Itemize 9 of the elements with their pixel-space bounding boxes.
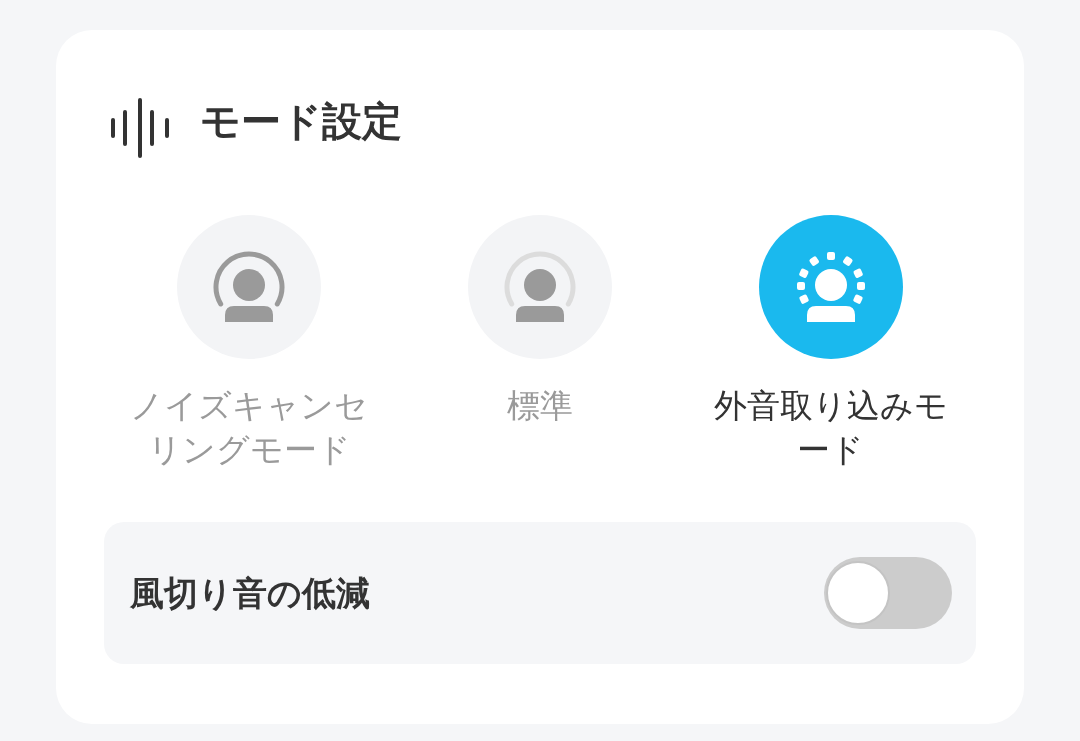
person-ring-icon [177,215,322,359]
sound-wave-icon [111,98,169,158]
mode-button[interactable]: 標準 [410,215,670,428]
section-title: モード設定 [200,97,402,146]
person-faint-ring-icon [468,215,612,359]
setting-label: 風切り音の低減 [130,572,370,615]
person-dotted-ring-icon [758,215,903,359]
mode-button[interactable]: 外音取り込みモード [700,215,961,472]
mode-button[interactable]: ノイズキャンセリングモード [119,215,380,472]
